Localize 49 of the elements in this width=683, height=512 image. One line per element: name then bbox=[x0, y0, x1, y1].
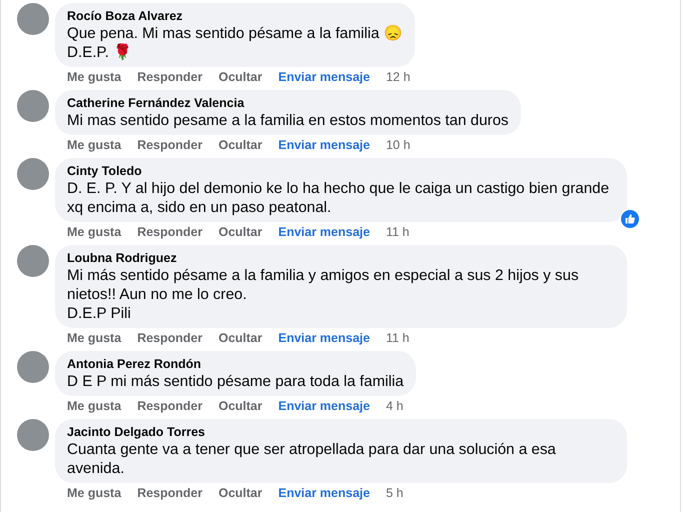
comment-author[interactable]: Loubna Rodriguez bbox=[67, 250, 615, 266]
comment-time[interactable]: 4 h bbox=[386, 398, 404, 414]
comment-action-link[interactable]: Enviar mensaje bbox=[278, 398, 370, 414]
comment-time[interactable]: 10 h bbox=[386, 137, 410, 153]
comment-action-link[interactable]: Me gusta bbox=[67, 398, 122, 414]
comment-author[interactable]: Jacinto Delgado Torres bbox=[67, 424, 615, 440]
comment-action-link[interactable]: Responder bbox=[137, 485, 202, 501]
avatar[interactable] bbox=[17, 245, 49, 277]
comment-author[interactable]: Antonia Perez Rondón bbox=[67, 356, 404, 372]
comment-action-link[interactable]: Enviar mensaje bbox=[278, 485, 370, 501]
comment-action-link[interactable]: Ocultar bbox=[218, 330, 262, 346]
comment-author[interactable]: Rocío Boza Alvarez bbox=[67, 8, 403, 24]
comment-time[interactable]: 12 h bbox=[386, 69, 410, 85]
comment-action-link[interactable]: Responder bbox=[137, 398, 202, 414]
avatar[interactable] bbox=[17, 90, 49, 122]
comment-time[interactable]: 11 h bbox=[386, 224, 410, 240]
comment-action-link[interactable]: Enviar mensaje bbox=[278, 69, 370, 85]
comment-action-link[interactable]: Me gusta bbox=[67, 485, 122, 501]
comment-action-link[interactable]: Ocultar bbox=[218, 137, 262, 153]
comment-action-link[interactable]: Enviar mensaje bbox=[278, 137, 370, 153]
comment-text: Cuanta gente va a tener que ser atropellada para dar una solución a esa avenida. bbox=[67, 440, 557, 478]
avatar[interactable] bbox=[17, 419, 49, 451]
comment-text: Mi más sentido pésame a la familia y amigos en especial a sus 2 hijos y sus nietos!! Aun no me lo creo. D.E.P Pili bbox=[67, 266, 580, 323]
comment-action-link[interactable]: Responder bbox=[137, 137, 202, 153]
comment-action-link[interactable]: Enviar mensaje bbox=[278, 224, 370, 240]
comment-action-link[interactable]: Ocultar bbox=[218, 485, 262, 501]
comment-action-link[interactable]: Me gusta bbox=[67, 224, 122, 240]
comment-action-link[interactable]: Ocultar bbox=[218, 69, 262, 85]
comment-action-link[interactable]: Responder bbox=[137, 330, 202, 346]
comment-text: D E P mi más sentido pésame para toda la familia bbox=[67, 372, 404, 391]
comment-action-link[interactable]: Me gusta bbox=[67, 330, 122, 346]
comment-action-link[interactable]: Ocultar bbox=[218, 398, 262, 414]
comment-time[interactable]: 5 h bbox=[386, 485, 404, 501]
comment-action-link[interactable]: Enviar mensaje bbox=[278, 330, 370, 346]
avatar[interactable] bbox=[17, 351, 49, 383]
comment-action-link[interactable]: Me gusta bbox=[67, 137, 122, 153]
comment-author[interactable]: Catherine Fernández Valencia bbox=[67, 95, 508, 111]
avatar[interactable] bbox=[17, 158, 49, 190]
comment-action-link[interactable]: Me gusta bbox=[67, 69, 122, 85]
comment-text: D. E. P. Y al hijo del demonio ke lo ha hecho que le caiga un castigo bien grande xq encima a, sido en un paso peatonal. bbox=[67, 179, 610, 217]
comment-action-link[interactable]: Responder bbox=[137, 69, 202, 85]
comment-text: Que pena. Mi mas sentido pésame a la familia 😞 D.E.P. 🌹 bbox=[67, 24, 403, 62]
comment-action-link[interactable]: Ocultar bbox=[218, 224, 262, 240]
like-reaction-icon[interactable] bbox=[620, 209, 640, 229]
comment-action-link[interactable]: Responder bbox=[137, 224, 202, 240]
comment-text: Mi mas sentido pesame a la familia en estos momentos tan duros bbox=[67, 111, 508, 130]
comment-author[interactable]: Cinty Toledo bbox=[67, 163, 615, 179]
avatar[interactable] bbox=[17, 3, 49, 35]
comment-time[interactable]: 11 h bbox=[386, 330, 410, 346]
